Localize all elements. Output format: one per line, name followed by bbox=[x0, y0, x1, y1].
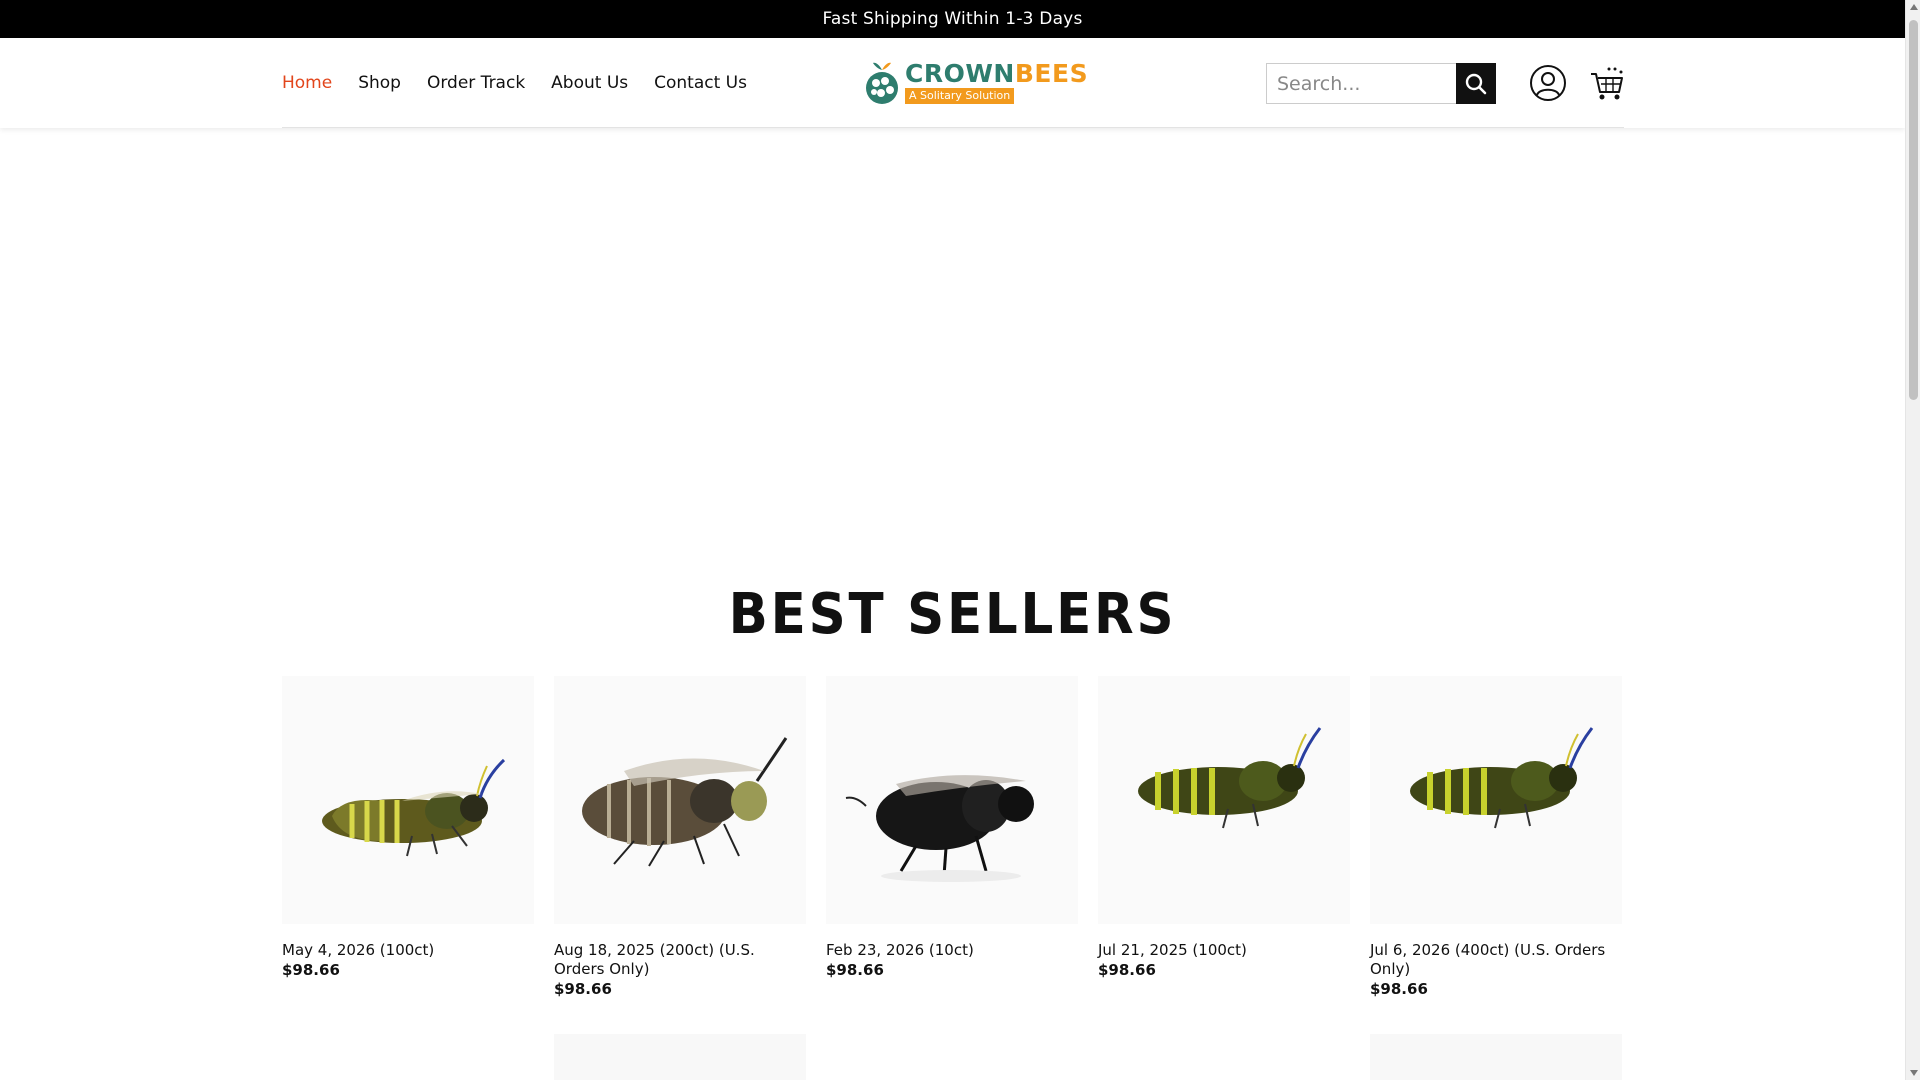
product-price: $98.66 bbox=[1370, 980, 1428, 998]
product-image[interactable] bbox=[282, 676, 534, 924]
product-card[interactable]: Aug 18, 2025 (200ct) (U.S. Orders Only) … bbox=[554, 676, 806, 998]
product-price: $98.66 bbox=[1098, 961, 1156, 979]
user-icon[interactable] bbox=[1529, 64, 1567, 102]
nav-order-track[interactable]: Order Track bbox=[427, 73, 525, 93]
product-title[interactable]: May 4, 2026 (100ct) bbox=[282, 941, 534, 960]
best-sellers-grid: May 4, 2026 (100ct) $98.66 Aug 18, 2025 … bbox=[282, 676, 1622, 998]
product-title[interactable]: Jul 6, 2026 (400ct) (U.S. Orders Only) bbox=[1370, 941, 1622, 979]
product-price: $98.66 bbox=[554, 980, 612, 998]
product-title[interactable]: Jul 21, 2025 (100ct) bbox=[1098, 941, 1350, 960]
bee-image bbox=[1138, 727, 1322, 829]
bee-image bbox=[322, 758, 506, 857]
product-card[interactable]: Feb 23, 2026 (10ct) $98.66 bbox=[826, 676, 1078, 998]
search-button[interactable] bbox=[1456, 63, 1496, 104]
nav-about-us[interactable]: About Us bbox=[551, 73, 628, 93]
scroll-thumb[interactable] bbox=[1909, 20, 1918, 400]
site-logo[interactable]: CROWNBEES A Solitary Solution bbox=[863, 58, 1088, 106]
bee-image bbox=[1410, 727, 1594, 829]
page-scrollbar[interactable] bbox=[1905, 0, 1920, 1080]
product-price: $98.66 bbox=[282, 961, 340, 979]
product-price: $98.66 bbox=[826, 961, 884, 979]
product-image[interactable] bbox=[554, 676, 806, 924]
announcement-bar: Fast Shipping Within 1-3 Days bbox=[0, 0, 1905, 38]
product-card[interactable]: Jul 6, 2026 (400ct) (U.S. Orders Only) $… bbox=[1370, 676, 1622, 998]
main-nav: Home Shop Order Track About Us Contact U… bbox=[282, 38, 747, 128]
search-input[interactable] bbox=[1266, 63, 1456, 104]
product-image[interactable] bbox=[826, 676, 1078, 924]
product-image[interactable] bbox=[1370, 676, 1622, 924]
bee-image bbox=[582, 737, 788, 867]
next-row-product-image[interactable] bbox=[1370, 1034, 1622, 1080]
crownbees-logo-icon bbox=[866, 62, 898, 104]
scroll-up-arrow-icon[interactable] bbox=[1910, 4, 1918, 10]
best-sellers-heading: BEST SELLERS bbox=[728, 582, 1177, 647]
scroll-down-arrow-icon[interactable] bbox=[1910, 1070, 1918, 1076]
cart-icon[interactable] bbox=[1589, 64, 1625, 102]
logo-tagline: A Solitary Solution bbox=[905, 87, 1015, 104]
next-row-product-image[interactable] bbox=[554, 1034, 806, 1080]
logo-name: CROWNBEES bbox=[905, 58, 1089, 88]
product-title[interactable]: Feb 23, 2026 (10ct) bbox=[826, 941, 1078, 960]
nav-home[interactable]: Home bbox=[282, 73, 332, 93]
bee-image bbox=[845, 775, 1034, 882]
product-image[interactable] bbox=[1098, 676, 1350, 924]
nav-shop[interactable]: Shop bbox=[358, 73, 401, 93]
product-card[interactable]: Jul 21, 2025 (100ct) $98.66 bbox=[1098, 676, 1350, 998]
announcement-text: Fast Shipping Within 1-3 Days bbox=[822, 9, 1083, 29]
search-form bbox=[1266, 63, 1496, 104]
nav-contact-us[interactable]: Contact Us bbox=[654, 73, 747, 93]
product-card[interactable]: May 4, 2026 (100ct) $98.66 bbox=[282, 676, 534, 998]
search-icon bbox=[1465, 73, 1487, 94]
product-title[interactable]: Aug 18, 2025 (200ct) (U.S. Orders Only) bbox=[554, 941, 806, 979]
